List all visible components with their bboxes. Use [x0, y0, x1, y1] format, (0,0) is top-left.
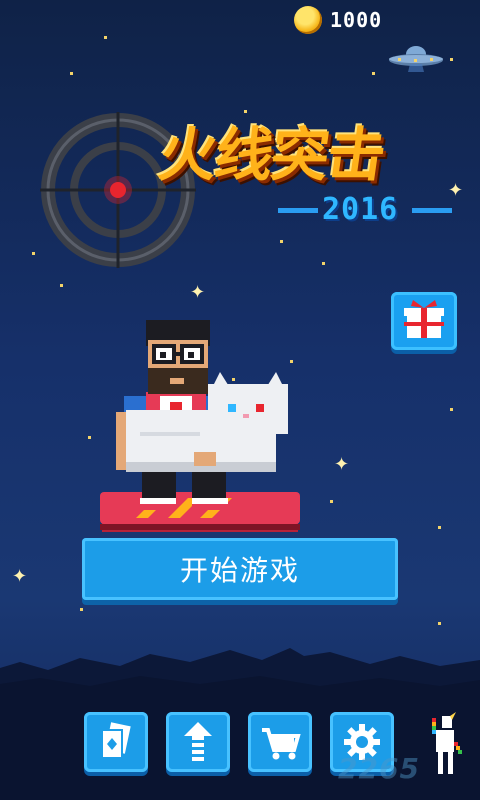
- gift-icon: [404, 300, 444, 338]
- game-title: 火线突击: [154, 121, 389, 189]
- unicorn-icon: [432, 712, 462, 774]
- hero-character: [100, 320, 300, 532]
- watermark: 2265: [338, 752, 420, 785]
- year-divider-right: [412, 208, 452, 213]
- cart-icon: [262, 728, 301, 760]
- gift-button[interactable]: [391, 292, 457, 350]
- game-title-year: 2016: [322, 192, 399, 227]
- coin-count: 1000: [330, 8, 383, 32]
- sparkle-icon: ✦: [190, 282, 206, 303]
- coin-icon: [294, 6, 322, 34]
- sparkle-icon: ✦: [334, 454, 350, 475]
- cards-icon: [101, 722, 131, 759]
- upgrade-button[interactable]: [166, 712, 230, 772]
- upgrade-arrow-icon: [184, 722, 212, 761]
- sparkle-icon: ✦: [448, 180, 464, 201]
- shop-button[interactable]: [248, 712, 312, 772]
- ufo-icon: [389, 46, 443, 72]
- sparkle-icon: ✦: [12, 566, 28, 587]
- coin-counter: 1000: [294, 6, 382, 34]
- start-game-button[interactable]: 开始游戏: [82, 538, 398, 600]
- cards-button[interactable]: [84, 712, 148, 772]
- year-divider-left: [278, 208, 318, 213]
